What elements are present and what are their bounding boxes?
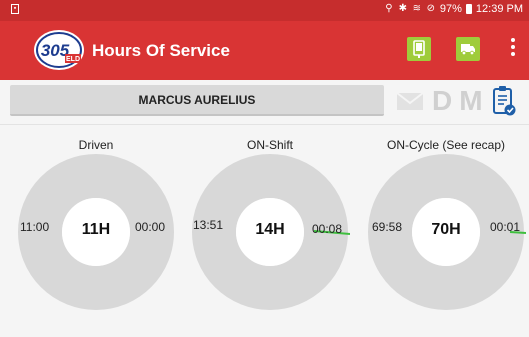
app-logo: 305 ELD [34,30,84,70]
gauge-used: 00:00 [135,220,166,234]
gauge-title: Driven [78,138,114,152]
gauge-used: 00:08 [312,222,343,236]
driver-name: MARCUS AURELIUS [138,92,256,107]
status-bar: ▪ ⚲ ✱ ≋ ⊘ 97% 12:39 PM [0,0,529,21]
more-vert-icon[interactable] [511,38,515,56]
battery-percent: 97% [439,3,462,15]
wifi-icon: ≋ [412,3,422,14]
gauge-title: ON-Cycle (See recap) [386,138,506,152]
gauge-driven: Driven 11H 11:00 00:00 [16,138,176,318]
page-title: Hours Of Service [92,41,230,60]
mode-d-icon[interactable]: D [432,85,452,117]
mode-m-icon[interactable]: M [459,85,482,117]
mode-icons: D M [396,85,516,116]
divider [0,124,529,125]
phone-device-button[interactable] [407,37,431,61]
clock: 12:39 PM [475,3,523,15]
gauge-on-cycle: ON-Cycle (See recap) 70H 69:58 00:01 [366,138,526,318]
bluetooth-icon: ✱ [398,3,408,14]
location-icon: ⚲ [385,3,393,14]
clipboard-check-icon[interactable] [492,85,516,117]
gauge-remaining: 69:58 [372,220,403,234]
phone-device-icon [413,40,425,58]
battery-icon [465,4,472,14]
gauge-remaining: 11:00 [20,220,50,234]
status-icons: ⚲ ✱ ≋ ⊘ 97% 12:39 PM [384,3,523,15]
app-bar: 305 ELD Hours Of Service [0,21,529,80]
gauge-remaining: 13:51 [193,218,224,232]
do-not-disturb-icon: ⊘ [426,3,436,14]
logo-suffix: ELD [66,56,80,63]
gauge-title: ON-Shift [246,138,293,152]
envelope-icon[interactable] [396,90,424,112]
gauge-on-shift: ON-Shift 14H 13:51 00:08 [190,138,350,318]
truck-button[interactable] [456,37,480,61]
notification-icon: ▪ [11,4,19,14]
driver-selector[interactable]: MARCUS AURELIUS [10,85,384,116]
truck-arrow-icon [461,44,475,56]
gauge-used: 00:01 [490,220,521,234]
